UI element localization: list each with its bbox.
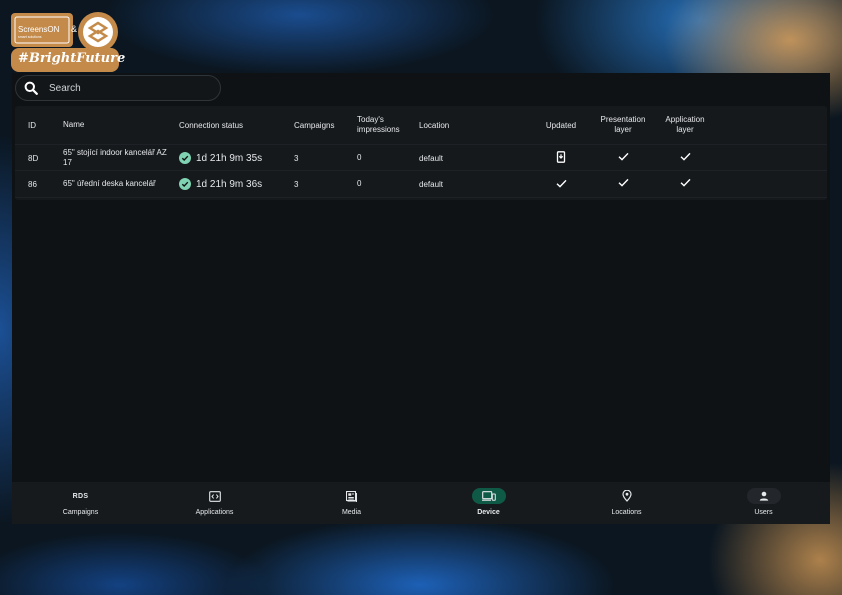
devices-panel: ID Name Connection status Campaigns Toda… — [12, 73, 830, 524]
cell-application-layer — [659, 152, 711, 164]
nav-label: Campaigns — [62, 509, 99, 516]
cell-updated — [535, 151, 587, 165]
table-row[interactable]: 8D 65" stojící indoor kancelář AZ 17 1d … — [15, 144, 827, 171]
status-ok-icon — [179, 152, 191, 164]
nav-item-users[interactable]: Users — [695, 482, 832, 524]
check-icon — [618, 152, 629, 161]
search-input[interactable] — [47, 81, 201, 95]
header-application-layer[interactable]: Application layer — [659, 115, 711, 135]
logo-hashtag: #BrightFuture — [18, 51, 126, 66]
nav-item-applications[interactable]: Applications — [146, 482, 283, 524]
nav-label: Users — [754, 509, 773, 516]
cell-campaigns: 3 — [294, 179, 299, 189]
nav-item-locations[interactable]: Locations — [558, 482, 695, 524]
table-header-row: ID Name Connection status Campaigns Toda… — [15, 106, 827, 144]
logo-ampersand: & — [71, 24, 78, 34]
table-row[interactable]: 86 65" úřední deska kancelář 1d 21h 9m 3… — [15, 170, 827, 198]
person-icon — [759, 491, 768, 501]
status-ok-icon — [179, 178, 191, 190]
nav-pill-users — [746, 488, 781, 504]
nav-item-device[interactable]: Device — [420, 482, 557, 524]
cell-application-layer — [659, 178, 711, 190]
header-updated[interactable]: Updated — [535, 121, 587, 130]
devices-table: ID Name Connection status Campaigns Toda… — [15, 106, 827, 200]
search-icon — [24, 81, 38, 95]
nav-label: Device — [477, 509, 500, 516]
cell-location: default — [419, 179, 444, 189]
header-presentation-layer[interactable]: Presentation layer — [597, 115, 649, 135]
header-location[interactable]: Location — [419, 121, 449, 130]
nav-pill-campaigns: RDS — [64, 488, 98, 504]
cell-presentation-layer — [597, 178, 649, 190]
cell-impressions: 0 — [357, 153, 362, 162]
cell-name: 65" úřední deska kancelář — [63, 179, 156, 188]
nav-pill-locations — [610, 488, 644, 504]
rds-icon: RDS — [72, 492, 89, 500]
cell-impressions: 0 — [357, 179, 362, 188]
nav-label: Applications — [195, 509, 234, 516]
cell-connection-status: 1d 21h 9m 35s — [179, 152, 262, 164]
nav-pill-device — [471, 488, 506, 504]
cell-campaigns: 3 — [294, 153, 299, 163]
devices-icon — [481, 491, 496, 501]
connection-duration: 1d 21h 9m 35s — [196, 152, 263, 164]
header-connection-status[interactable]: Connection status — [179, 121, 243, 130]
cell-connection-status: 1d 21h 9m 36s — [179, 178, 262, 190]
media-icon — [345, 490, 357, 502]
check-icon — [618, 178, 629, 187]
nav-label: Media — [341, 509, 362, 516]
cell-id: 86 — [28, 179, 37, 189]
header-campaigns[interactable]: Campaigns — [294, 121, 334, 130]
header-impressions[interactable]: Today's impressions — [357, 115, 407, 135]
bottom-navigation: RDS Campaigns Applications Media Device — [12, 482, 830, 524]
nav-item-media[interactable]: Media — [283, 482, 420, 524]
logo-text: ScreensON — [18, 25, 60, 34]
cell-name: 65" stojící indoor kancelář AZ 17 — [63, 148, 167, 167]
cell-presentation-layer — [597, 152, 649, 164]
nav-pill-media — [335, 488, 369, 504]
connection-duration: 1d 21h 9m 36s — [196, 178, 263, 190]
header-id[interactable]: ID — [28, 121, 36, 130]
code-window-icon — [208, 490, 221, 502]
nav-label: Locations — [611, 509, 642, 516]
logo-subtext: smart solutions — [18, 35, 42, 39]
cell-id: 8D — [28, 153, 39, 163]
search-bar[interactable] — [15, 75, 221, 101]
brand-logo: ScreensON smart solutions & #BrightFutur… — [10, 10, 126, 74]
check-icon — [680, 152, 691, 161]
cell-location: default — [419, 153, 444, 163]
check-icon — [556, 179, 567, 188]
nav-item-campaigns[interactable]: RDS Campaigns — [12, 482, 149, 524]
phone-update-icon — [556, 151, 566, 163]
check-icon — [680, 178, 691, 187]
header-name[interactable]: Name — [63, 120, 169, 130]
cell-updated — [535, 179, 587, 190]
location-pin-icon — [621, 490, 632, 502]
nav-pill-applications — [198, 488, 232, 504]
